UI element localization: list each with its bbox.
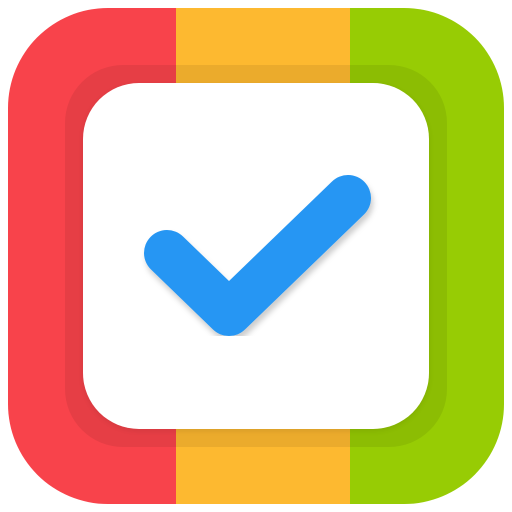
checkmark-icon [144, 175, 371, 336]
icon-canvas [0, 0, 512, 512]
app-icon[interactable] [8, 8, 504, 504]
checkmark-stroke [144, 175, 371, 336]
